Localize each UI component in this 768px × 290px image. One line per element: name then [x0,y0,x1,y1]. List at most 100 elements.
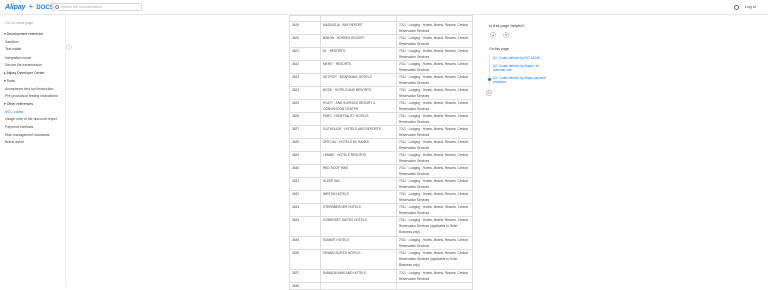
sidebar-item-pre-production-testing[interactable]: Pre-production testing instructions [5,94,58,98]
sidebar-item-payment-methods[interactable]: Payment methods [5,125,33,129]
category-cell: 7011 · Lodging · Hotels, Motels, Resorts… [396,86,473,100]
mcc-code-cell: 3634 [289,216,321,237]
search-placeholder: Search the documentation [61,5,102,9]
mcc-code-cell: 3635 [289,236,321,250]
merchant-name-cell: GRAND SUITES HOTELS [320,249,397,270]
sidebar-group-development-reference[interactable]: ▾ Development reference [4,32,43,36]
merchant-name-cell: HYATT · AND SURFACE RESORT & CONVENTION … [320,99,397,113]
category-cell: 7011 · Lodging · Hotels, Motels, Resorts… [396,190,473,204]
category-cell: 7011 · Lodging · Hotels, Motels, Resorts… [396,60,473,74]
table-row: 3624 BOSS · HOTELS AND RESORTS 7011 · Lodg… [289,86,473,100]
table-row: 3635 SUMMIT HOTELS 7011 · Lodging · Hotels… [289,236,473,250]
table-row: 3636 GRAND SUITES HOTELS 7011 · Lodging · … [289,249,473,270]
merchant-name-cell [320,282,397,290]
sidebar-item-risk-management[interactable]: Risk management standards [5,133,50,137]
table-row: 3621 EL · RESORTS 7011 · Lodging · Hotels,… [289,47,473,61]
logo-plus-icon: + [28,2,34,11]
merchant-name-cell: SUMMIT HOTELS [320,236,397,250]
merchant-name-cell: LEMME · HOTELS RESORTS [320,151,397,165]
merchant-name-cell: EL · RESORTS [320,47,397,61]
merchant-name-cell: RED ROOF INNS [320,164,397,178]
table-row: 3637 RAMADA INNS AND HOTELS 7011 · Lodging… [289,269,473,283]
sidebar-item-test-wallet[interactable]: Test wallet [5,47,21,51]
category-cell: 7011 · Lodging · Hotels, Motels, Resorts… [396,203,473,217]
table-row: 3626 PARC · HOSPITALITY HOTELS 7011 · Lodg… [289,112,473,126]
sidebar-collapse-button[interactable]: ‹ [66,44,72,50]
toc-title: On this page [489,47,509,51]
mcc-code-cell: 3619 [289,21,321,35]
merchant-name-cell: DETROIT · BOARDWAY HOTELS [320,73,397,87]
search-icon [55,5,59,9]
table-row: 3631 SLEEP INN 7011 · Lodging · Hotels, Mo… [289,177,473,191]
sidebar-group-other-references[interactable]: ▾ Other references [4,102,33,106]
back-to-home-link[interactable]: ‹ Go to home page [4,21,33,25]
mcc-code-cell: 3636 [289,249,321,270]
merchant-name-cell: MAGNOLIA · BAY RESORT [320,21,397,35]
category-cell: 7011 · Lodging · Hotels, Motels, Resorts… [396,73,473,87]
mcc-code-cell: 3621 [289,47,321,61]
mcc-code-cell: 3629 [289,151,321,165]
toc-active-indicator [488,78,491,81]
sidebar-item-secure-file-transmission[interactable]: Secure file transmission [5,63,42,67]
mcc-code-cell: 3633 [289,203,321,217]
mcc-code-cell: 3638 [289,282,321,290]
logo-alipay-text: Alipay [5,4,26,11]
mcc-table: 3619 MAGNOLIA · BAY RESORT 7011 · Lodging … [289,15,473,290]
table-row: 3633 STERNBERGER HOTELS 7011 · Lodging · H… [289,203,473,217]
category-cell: 7011 · Lodging · Hotels, Motels, Resorts… [396,34,473,48]
table-row: 3622 MERIT · RESORTS 7011 · Lodging · Hote… [289,60,473,74]
top-bar: Alipay + DOCS Search the documentation L… [0,0,768,15]
sidebar-item-integration-mode[interactable]: Integration mode [5,56,31,60]
toc-item-current[interactable]: A3. Codes defined by Alipay payment prov… [493,76,551,84]
merchant-name-cell: SLEEP INN [320,177,397,191]
login-button[interactable]: Log in [745,4,756,9]
mcc-code-cell: 3625 [289,99,321,113]
category-cell: 7011 · Lodging · Hotels, Motels, Resorts… [396,177,473,191]
mcc-code-cell: 3627 [289,125,321,139]
sidebar-group-developer-center[interactable]: ▸ Alipay Developer Center [4,71,44,75]
merchant-name-cell: MERIT · RESORTS [320,60,397,74]
table-row: 3623 DETROIT · BOARDWAY HOTELS 7011 · Lodg… [289,73,473,87]
category-cell: 7011 · Lodging · Hotels, Motels, Resorts… [396,151,473,165]
table-row: 3632 WESTIN HOTELS 7011 · Lodging · Hotels… [289,190,473,204]
sidebar-item-sandbox[interactable]: Sandbox [5,40,19,44]
sidebar-item-acceptance-test-tool[interactable]: Acceptance test tool instruction [5,87,53,91]
sidebar-item-brand-asset[interactable]: Brand asset [5,140,24,144]
toc-item[interactable]: A2. Codes defined by Alipay+ for domesti… [493,64,551,72]
table-row: 3627 GUTHOLIDE · HOTELS AND RESORTS 7011 ·… [289,125,473,139]
merchant-name-cell: SOMERSET SUITES HOTELS [320,216,397,237]
category-cell [396,282,473,290]
sidebar-item-discount-report[interactable]: Usage note of the discount report [5,117,57,121]
category-cell: 7011 · Lodging · Hotels, Motels, Resorts… [396,112,473,126]
thumbs-up-icon[interactable]: ▲ [490,32,496,38]
sidebar-group-tools[interactable]: ▾ Tools [4,79,15,83]
table-row: 3629 LEMME · HOTELS RESORTS 7011 · Lodging… [289,151,473,165]
alipay-docs-logo[interactable]: Alipay + DOCS [5,3,54,12]
category-cell: 7011 · Lodging · Hotels, Motels, Resorts… [396,125,473,139]
table-row: 3619 MAGNOLIA · BAY RESORT 7011 · Lodging … [289,21,473,35]
thumbs-down-icon[interactable]: ▼ [503,32,509,38]
category-cell: 7011 · Lodging · Hotels, Motels, Resorts… [396,21,473,35]
mcc-code-cell: 3622 [289,60,321,74]
feedback-icon[interactable]: ✎ [486,90,492,96]
helpful-prompt: Is this page helpful? [489,23,525,28]
merchant-name-cell: BINION · HORSES RESORT [320,34,397,48]
mcc-code-cell: 3631 [289,177,321,191]
mcc-code-cell: 3628 [289,138,321,152]
table-row: 3634 SOMERSET SUITES HOTELS 7011 · Lodging… [289,216,473,237]
toc-item[interactable]: A1. Codes defined by ISO 18245 [493,56,551,60]
merchant-name-cell: RAMADA INNS AND HOTELS [320,269,397,283]
mcc-code-cell: 3632 [289,190,321,204]
category-cell: 7011 · Lodging · Hotels, Motels, Resorts… [396,249,473,270]
table-row: 3620 BINION · HORSES RESORT 7011 · Lodging… [289,34,473,48]
category-cell: 7011 · Lodging · Hotels, Motels, Resorts… [396,164,473,178]
search-input[interactable]: Search the documentation [52,3,142,11]
merchant-name-cell: WESTIN HOTELS [320,190,397,204]
globe-icon[interactable] [734,5,739,10]
sidebar-item-mcc-codes[interactable]: MCC codes [5,110,23,114]
table-row: 3625 HYATT · AND SURFACE RESORT & CONVENT… [289,99,473,113]
table-row: 3630 RED ROOF INNS 7011 · Lodging · Hotels… [289,164,473,178]
mcc-code-cell: 3624 [289,86,321,100]
mcc-code-cell: 3623 [289,73,321,87]
merchant-name-cell: GUTHOLIDE · HOTELS AND RESORTS [320,125,397,139]
